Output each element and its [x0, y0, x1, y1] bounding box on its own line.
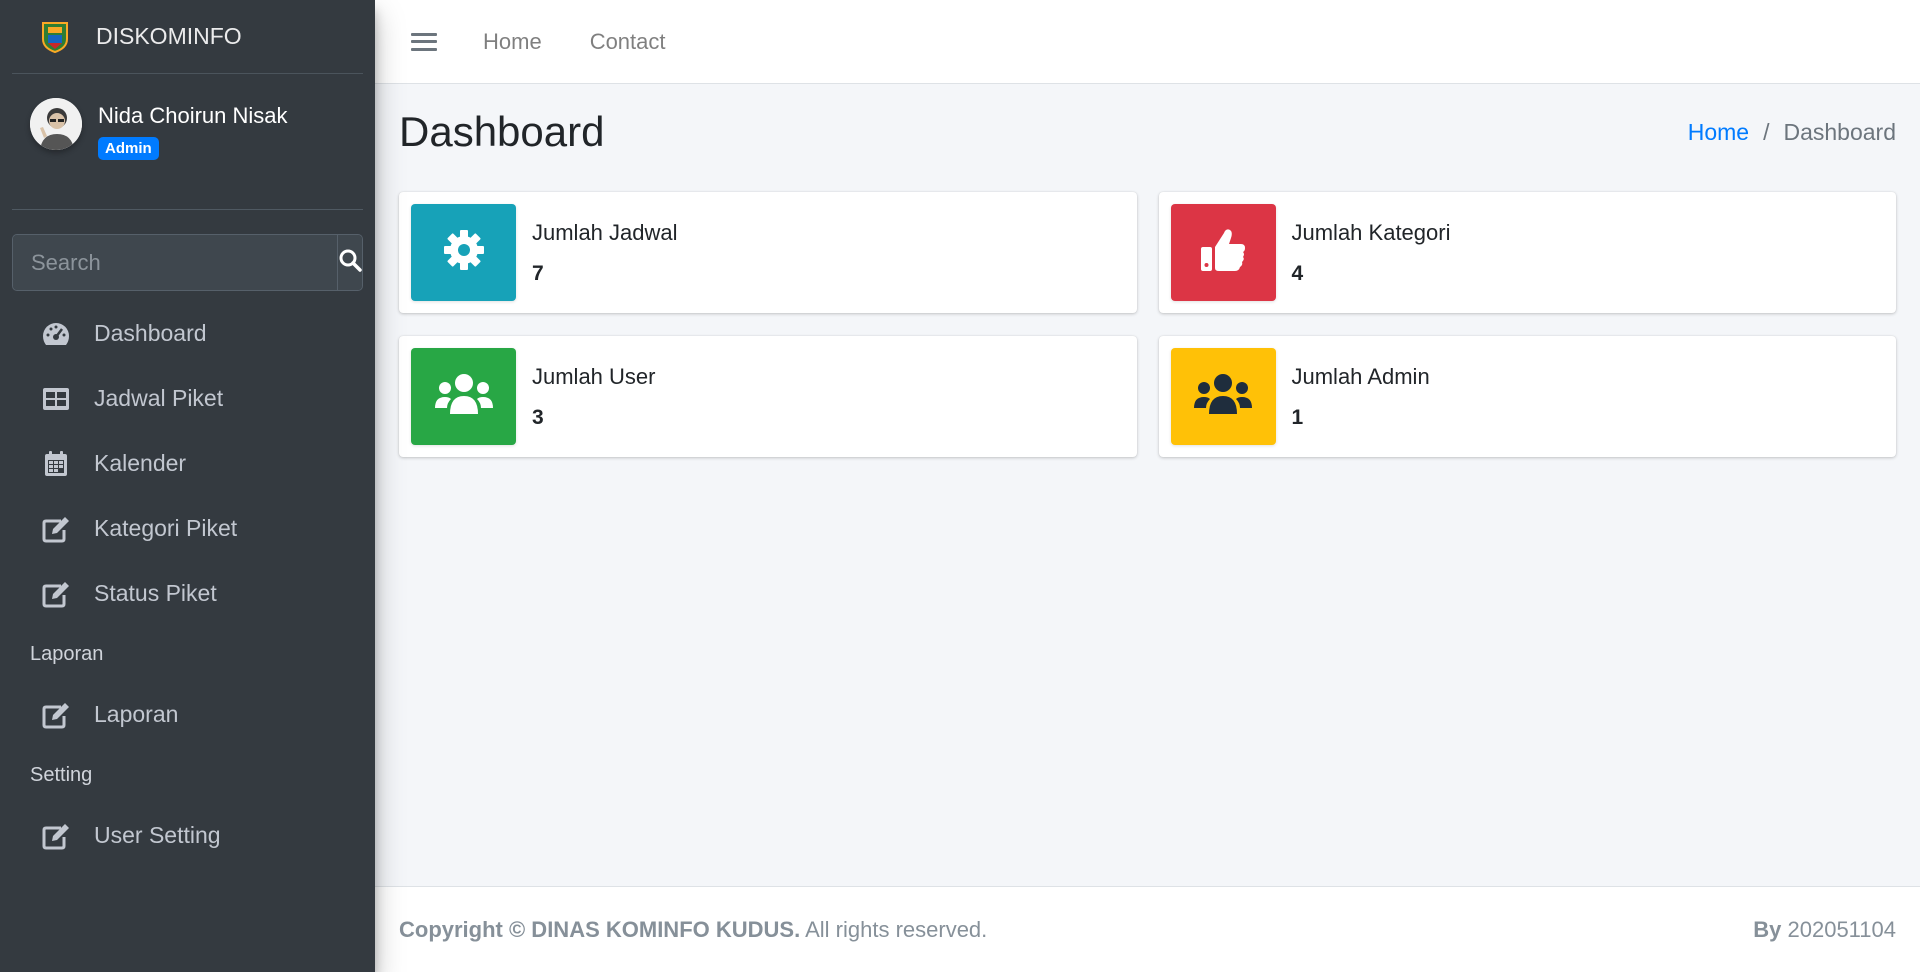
- search-input[interactable]: [13, 235, 337, 290]
- breadcrumb-current: Dashboard: [1783, 118, 1896, 145]
- info-box-grid: Jumlah Jadwal 7 Jumlah Kategori 4 Jumlah…: [399, 192, 1896, 457]
- sidebar-item-jadwal-piket[interactable]: Jadwal Piket: [0, 366, 375, 431]
- footer-author: By 202051104: [1753, 917, 1896, 943]
- sidebar-item-label: Kategori Piket: [94, 515, 238, 541]
- info-box-label: Jumlah User: [532, 363, 656, 389]
- info-box-icon-container: [1170, 348, 1276, 445]
- tachometer-icon: [40, 319, 72, 349]
- search-button[interactable]: [337, 235, 362, 290]
- sidebar-item-label: Dashboard: [94, 320, 207, 346]
- edit-icon: [40, 821, 72, 851]
- menu-toggle-icon[interactable]: [411, 31, 437, 53]
- info-box-label: Jumlah Jadwal: [532, 219, 678, 245]
- users-icon: [434, 372, 494, 421]
- nav-link-contact[interactable]: Contact: [590, 29, 666, 55]
- sidebar-search: [12, 234, 363, 291]
- brand-name: DISKOMINFO: [96, 23, 242, 49]
- thumbs-up-icon: [1199, 227, 1247, 278]
- content-header: Dashboard Home / Dashboard: [399, 84, 1896, 180]
- info-box-admin: Jumlah Admin 1: [1158, 336, 1896, 457]
- sidebar-item-label: Laporan: [94, 701, 179, 727]
- info-box-label: Jumlah Kategori: [1291, 219, 1451, 245]
- info-box-icon-container: [411, 204, 516, 301]
- info-box-value: 7: [532, 261, 544, 285]
- info-box-kategori: Jumlah Kategori 4: [1158, 192, 1896, 313]
- table-icon: [40, 384, 72, 414]
- sidebar-nav: Dashboard Jadwal Piket Kalender Kategori…: [0, 301, 375, 868]
- info-box-value: 4: [1291, 261, 1304, 285]
- sidebar-item-kalender[interactable]: Kalender: [0, 431, 375, 496]
- user-name[interactable]: Nida Choirun Nisak: [98, 103, 288, 129]
- sidebar-item-laporan[interactable]: Laporan: [0, 682, 375, 747]
- nav-header-laporan: Laporan: [30, 642, 104, 665]
- info-box-user: Jumlah User 3: [399, 336, 1137, 457]
- breadcrumb-home-link[interactable]: Home: [1688, 119, 1749, 146]
- main-content: Dashboard Home / Dashboard Jumlah Jadwal…: [375, 84, 1920, 886]
- footer-copyright-org: Copyright © DINAS KOMINFO KUDUS.: [399, 916, 801, 942]
- brand-link[interactable]: DISKOMINFO: [12, 0, 363, 74]
- top-navbar: Home Contact: [375, 0, 1920, 84]
- footer-by-label: By: [1753, 916, 1782, 942]
- users-icon: [1193, 372, 1253, 421]
- role-badge: Admin: [98, 137, 159, 160]
- nav-link-home[interactable]: Home: [483, 29, 542, 55]
- edit-icon: [40, 514, 72, 544]
- edit-icon: [40, 700, 72, 730]
- sidebar: DISKOMINFO Nida Choirun Nisak Admin Sear…: [0, 0, 375, 972]
- gear-icon: [442, 228, 486, 277]
- sidebar-item-label: Jadwal Piket: [94, 385, 224, 411]
- info-box-icon-container: [411, 348, 516, 445]
- footer-copyright-suffix: All rights reserved.: [800, 916, 988, 942]
- calendar-icon: [40, 449, 72, 479]
- info-box-jadwal: Jumlah Jadwal 7: [399, 192, 1137, 313]
- sidebar-item-label: Kalender: [94, 450, 187, 476]
- footer-by-value: 202051104: [1781, 916, 1897, 942]
- app-root: DISKOMINFO Nida Choirun Nisak Admin Sear…: [0, 0, 1920, 972]
- sidebar-item-label: Status Piket: [94, 580, 217, 606]
- info-box-label: Jumlah Admin: [1291, 363, 1430, 389]
- breadcrumb: Home / Dashboard: [1688, 119, 1896, 146]
- info-box-value: 1: [1291, 405, 1304, 429]
- page-title: Dashboard: [399, 108, 605, 155]
- avatar[interactable]: [30, 98, 82, 150]
- brand-logo-icon: [40, 21, 70, 53]
- sidebar-item-status-piket[interactable]: Status Piket: [0, 561, 375, 626]
- search-icon: [338, 248, 362, 277]
- footer: Copyright © DINAS KOMINFO KUDUS. All rig…: [375, 886, 1920, 972]
- nav-header-setting: Setting: [30, 763, 93, 786]
- info-box-icon-container: [1170, 204, 1276, 301]
- user-panel: Nida Choirun Nisak Admin: [12, 74, 363, 210]
- info-box-value: 3: [532, 405, 544, 429]
- breadcrumb-separator: /: [1763, 118, 1770, 145]
- footer-copyright: Copyright © DINAS KOMINFO KUDUS. All rig…: [399, 917, 987, 943]
- sidebar-item-dashboard[interactable]: Dashboard: [0, 301, 375, 366]
- sidebar-item-user-setting[interactable]: User Setting: [0, 803, 375, 868]
- sidebar-item-kategori-piket[interactable]: Kategori Piket: [0, 496, 375, 561]
- sidebar-item-label: User Setting: [94, 822, 221, 848]
- edit-icon: [40, 579, 72, 609]
